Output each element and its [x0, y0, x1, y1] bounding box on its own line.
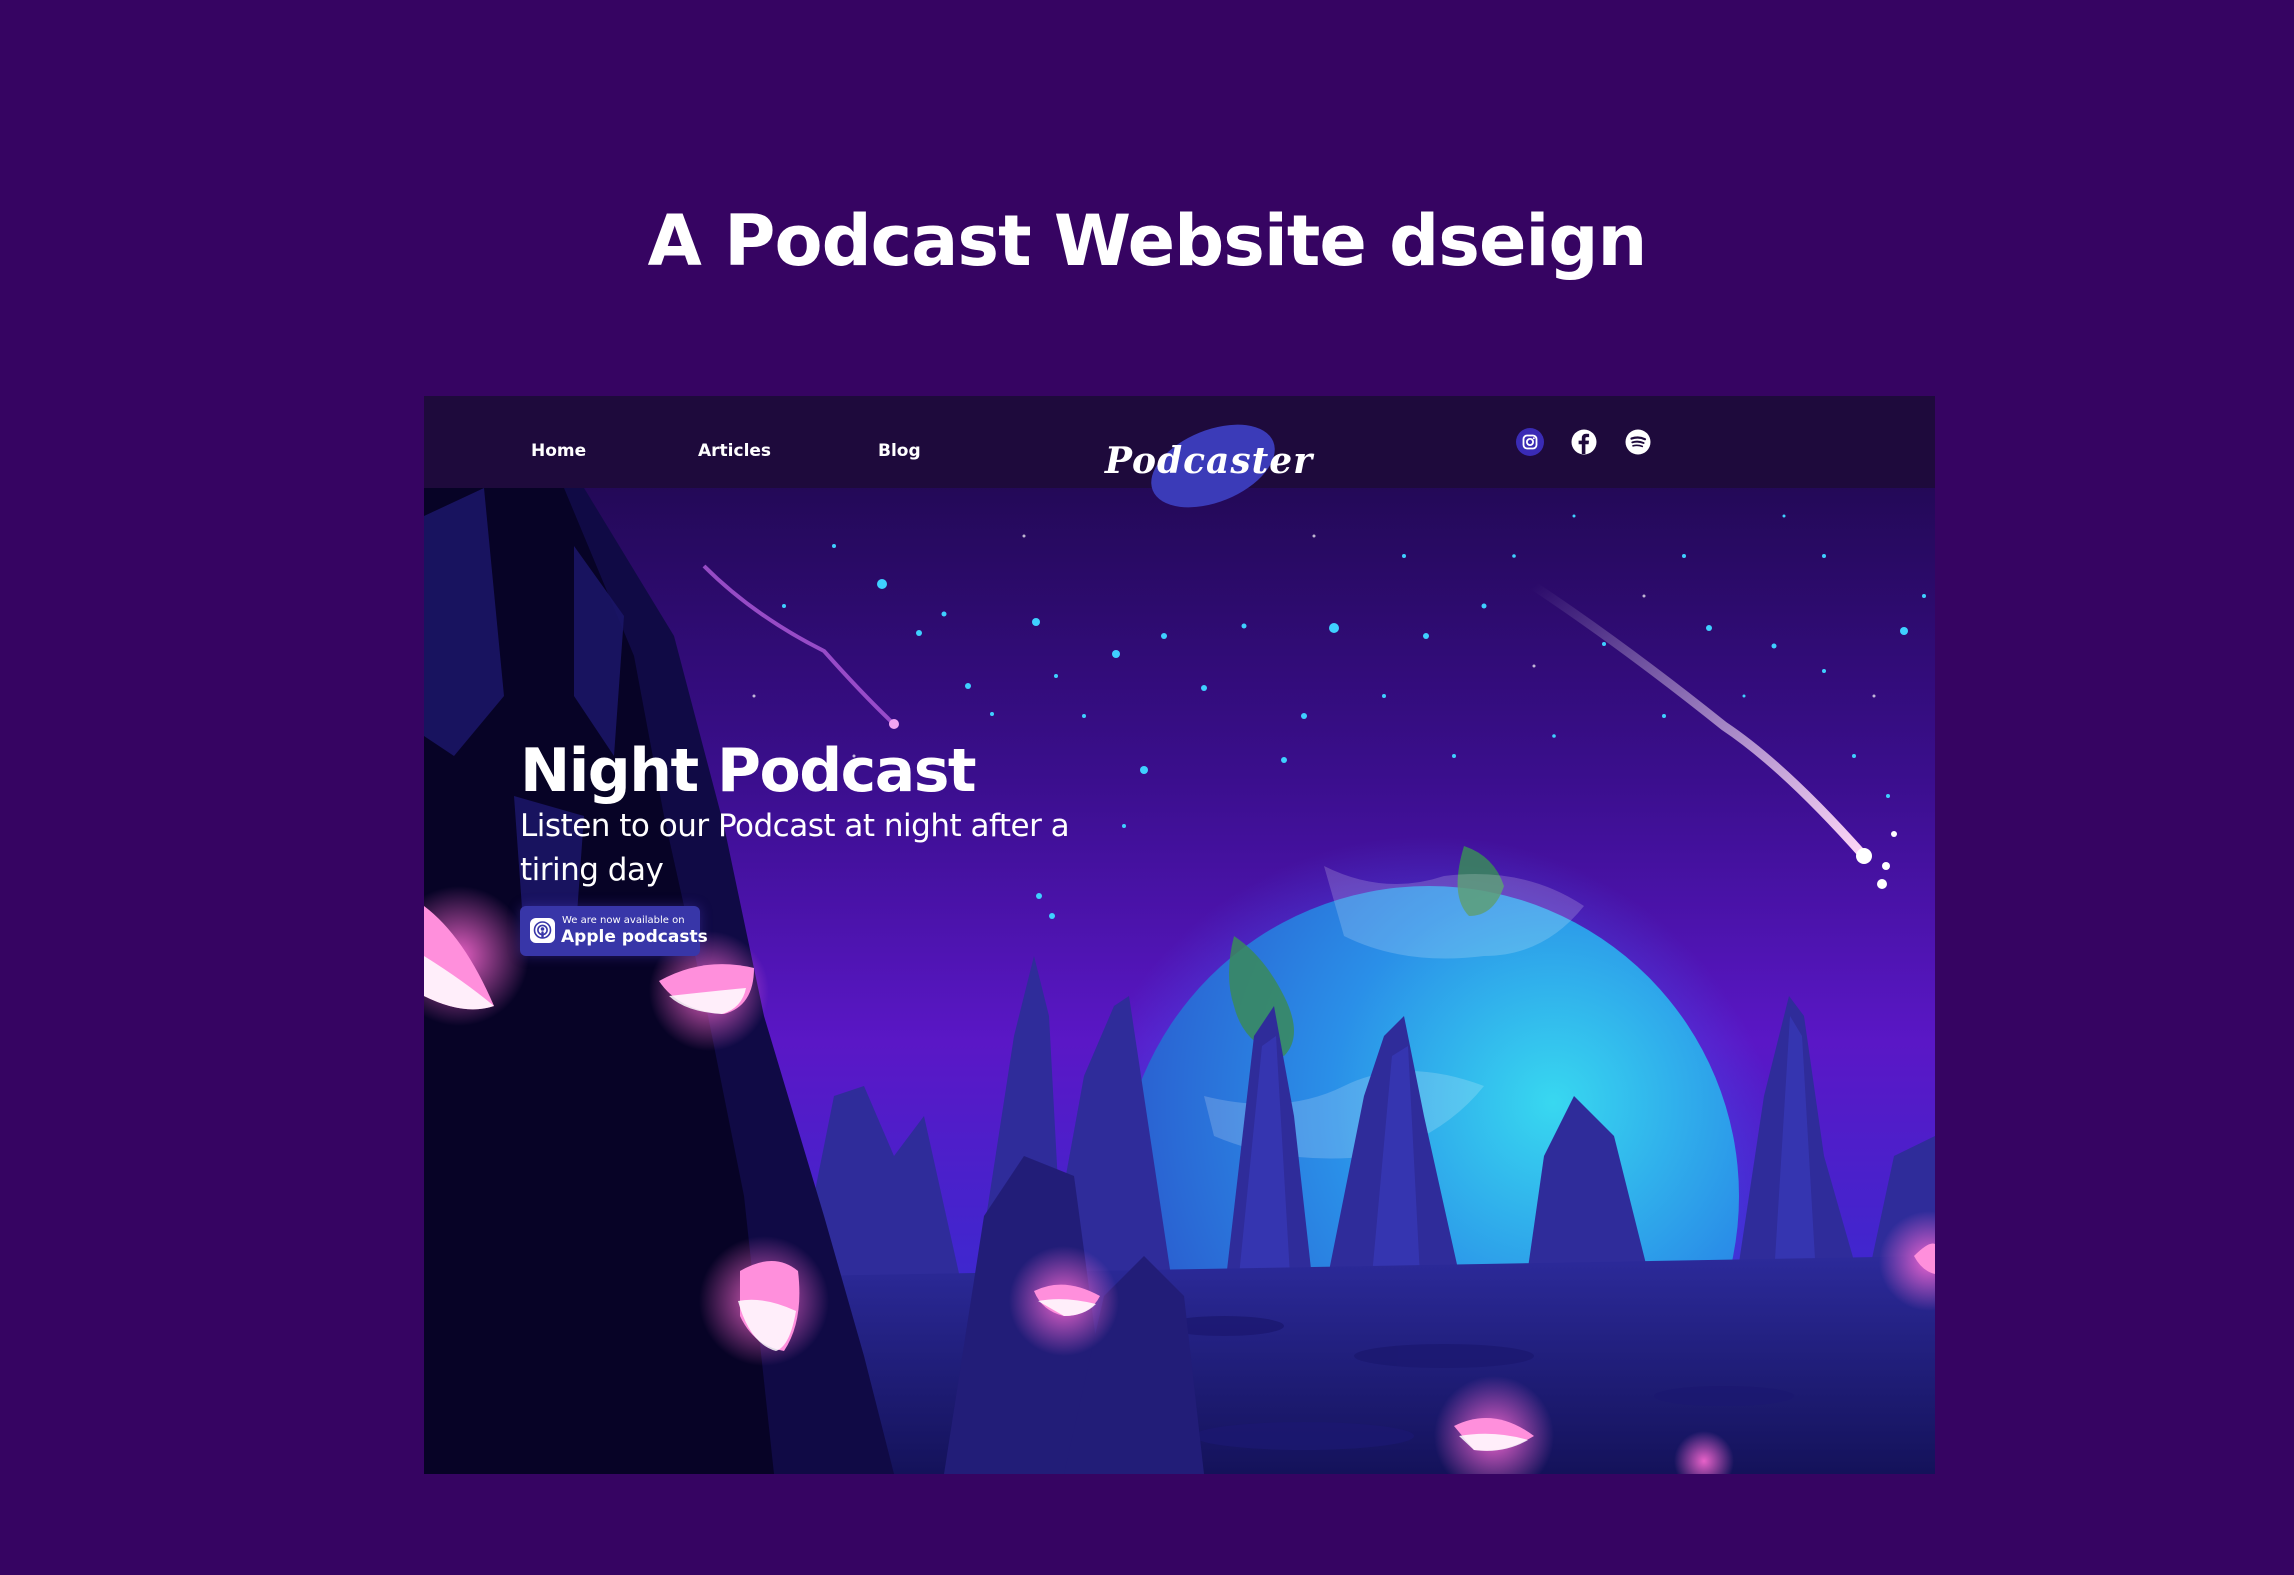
- hero-subtitle: Listen to our Podcast at night after a t…: [520, 808, 1070, 888]
- nav-articles[interactable]: Articles: [698, 441, 771, 461]
- instagram-icon[interactable]: [1516, 428, 1544, 456]
- facebook-icon[interactable]: [1570, 428, 1598, 456]
- apple-podcasts-badge[interactable]: We are now available on Apple podcasts: [520, 906, 708, 956]
- badge-small-text: We are now available on: [562, 915, 685, 926]
- podcaster-logo[interactable]: Podcaster: [1104, 408, 1314, 524]
- showcase-title: A Podcast Website dseign: [647, 200, 1648, 282]
- website-mockup: Home Articles Blog Podcaster Night Podca…: [424, 396, 1935, 1474]
- apple-podcasts-icon: [530, 918, 555, 943]
- nav-blog[interactable]: Blog: [878, 441, 921, 461]
- badge-big-text: Apple podcasts: [561, 927, 708, 947]
- spotify-icon[interactable]: [1624, 428, 1652, 456]
- hero-title: Night Podcast: [520, 736, 977, 806]
- nav-home[interactable]: Home: [531, 441, 586, 461]
- logo-text: Podcaster: [1104, 440, 1314, 482]
